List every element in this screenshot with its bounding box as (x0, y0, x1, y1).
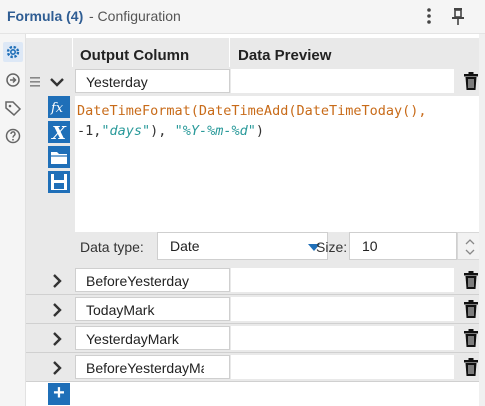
expression-function-text: DateTimeFormat(DateTimeAdd(DateTimeToday… (77, 103, 427, 119)
connection-icon[interactable] (3, 70, 23, 90)
output-column-name: Yesterday (86, 74, 148, 90)
data-type-label: Data type: (80, 239, 144, 255)
formula-row[interactable]: TodayMark (26, 295, 485, 324)
data-preview-cell (231, 297, 454, 321)
expression-toolbar: fx X (48, 96, 70, 206)
title-bar: Formula (4) - Configuration (0, 0, 485, 34)
output-column-name: YesterdayMark (86, 331, 179, 347)
trash-icon[interactable] (463, 358, 479, 376)
trash-icon[interactable] (463, 329, 479, 347)
chevron-right-icon[interactable] (47, 271, 67, 291)
data-preview-cell (231, 355, 454, 379)
chevron-right-icon[interactable] (47, 329, 67, 349)
data-type-dropdown[interactable]: Date (157, 232, 328, 260)
formula-row-expanded[interactable]: Yesterday (26, 67, 485, 96)
drag-handle-icon[interactable] (26, 67, 44, 96)
scrollbar[interactable] (479, 34, 485, 406)
expression-punct: ) (255, 123, 264, 139)
output-column-field[interactable]: TodayMark (75, 297, 271, 321)
window-subtitle: - Configuration (89, 8, 181, 24)
help-icon[interactable] (3, 126, 23, 146)
expression-arg: -1, (77, 123, 102, 139)
formula-row[interactable]: BeforeYesterdayMark (26, 353, 485, 382)
formula-editor-panel: fx X DateTimeFormat(DateTimeAdd(DateTime… (26, 96, 485, 266)
expression-punct: ), (150, 123, 175, 139)
tag-icon[interactable] (3, 98, 23, 118)
save-icon[interactable] (48, 171, 70, 193)
size-label: Size: (316, 239, 348, 255)
trash-icon[interactable] (463, 300, 479, 318)
output-column-field[interactable]: BeforeYesterday (75, 268, 271, 292)
output-column-field[interactable]: YesterdayMark (75, 326, 271, 350)
expression-string: "%Y-%m-%d" (174, 123, 256, 139)
chevron-down-icon[interactable] (47, 72, 67, 92)
variable-icon[interactable]: X (48, 121, 70, 144)
svg-text:fx: fx (50, 101, 64, 116)
size-value: 10 (362, 238, 378, 254)
expression-line-1: DateTimeFormat(DateTimeAdd(DateTimeToday… (77, 101, 485, 121)
output-column-field[interactable]: BeforeYesterdayMark (75, 355, 271, 379)
data-preview-cell (231, 326, 454, 350)
size-input[interactable]: 10 (349, 232, 457, 260)
window-title: Formula (4) (7, 8, 84, 24)
pin-icon[interactable] (447, 5, 469, 27)
expression-string: "days" (101, 123, 151, 139)
expression-editor[interactable]: DateTimeFormat(DateTimeAdd(DateTimeToday… (75, 96, 485, 232)
output-column-field[interactable]: Yesterday (75, 69, 271, 93)
function-icon[interactable]: fx (48, 96, 70, 118)
output-column-header: Output Column (80, 47, 190, 64)
formula-grid: Output Column Data Preview Yesterday fx (26, 34, 485, 406)
data-preview-cell (231, 268, 454, 292)
chevron-right-icon[interactable] (47, 300, 67, 320)
output-column-name: BeforeYesterday (86, 273, 189, 289)
trash-icon[interactable] (463, 72, 479, 90)
left-toolbar (0, 34, 26, 406)
output-column-name: TodayMark (86, 302, 155, 318)
expression-line-2: -1,"days"), "%Y-%m-%d") (77, 121, 485, 141)
open-folder-icon[interactable] (48, 146, 70, 168)
chevron-right-icon[interactable] (47, 358, 67, 378)
add-formula-button[interactable]: + (48, 383, 70, 405)
formula-row[interactable]: BeforeYesterday (26, 266, 485, 295)
formula-row[interactable]: YesterdayMark (26, 324, 485, 353)
kebab-menu-icon[interactable] (418, 5, 440, 27)
trash-icon[interactable] (463, 271, 479, 289)
data-type-value: Date (170, 238, 200, 254)
output-column-name: BeforeYesterdayMark (86, 360, 204, 376)
data-preview-header: Data Preview (238, 47, 332, 64)
gear-icon[interactable] (3, 42, 23, 62)
data-preview-cell (231, 69, 454, 93)
size-stepper[interactable] (457, 232, 481, 260)
svg-text:X: X (51, 123, 67, 143)
